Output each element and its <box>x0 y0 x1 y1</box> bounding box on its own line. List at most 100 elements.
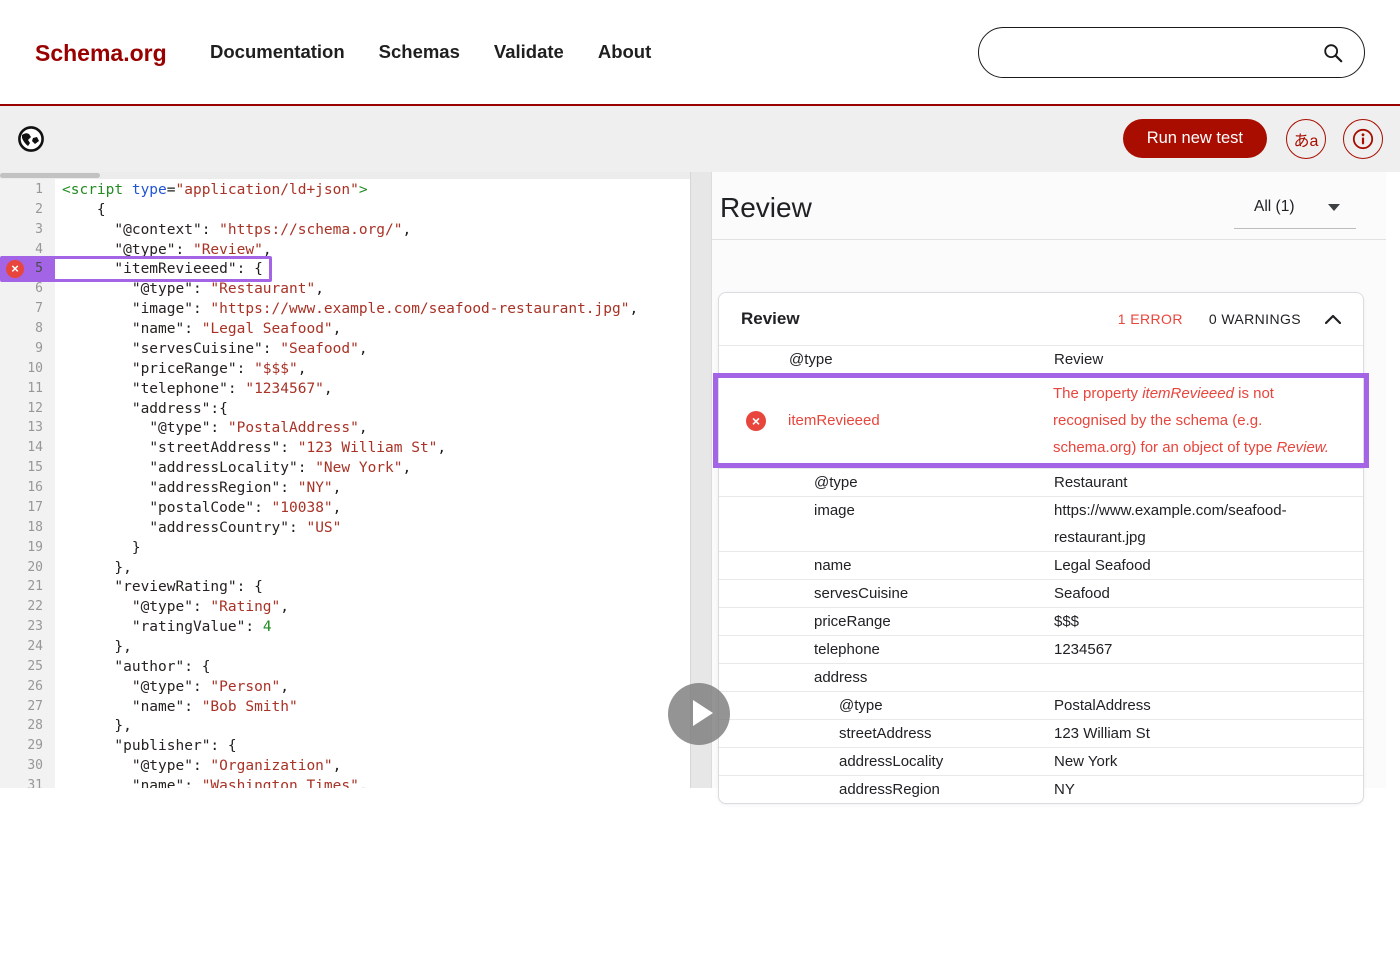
site-header: Schema.org Documentation Schemas Validate A… <box>0 0 1400 106</box>
code-text: "name": "Washington Times", <box>55 776 368 788</box>
code-text: "servesCuisine": "Seafood", <box>55 339 368 359</box>
code-text: }, <box>55 637 132 657</box>
line-number: 14 <box>0 438 55 458</box>
line-number: 15 <box>0 458 55 478</box>
results-scrollbar[interactable] <box>1386 172 1400 788</box>
code-text: { <box>55 200 106 220</box>
property-name: name <box>719 552 1054 579</box>
line-number: 12 <box>0 399 55 419</box>
property-row[interactable]: @typePostalAddress <box>719 691 1363 719</box>
property-row[interactable]: @typeReview <box>719 345 1363 373</box>
property-row[interactable]: addressRegionNY <box>719 775 1363 803</box>
code-line: 3 "@context": "https://schema.org/", <box>0 220 690 240</box>
chevron-down-icon <box>1328 204 1340 211</box>
code-line: 26 "@type": "Person", <box>0 677 690 697</box>
property-value: PostalAddress <box>1054 692 1363 719</box>
line-number: 1 <box>0 180 55 200</box>
chevron-up-icon[interactable] <box>1325 314 1341 324</box>
search-input[interactable] <box>1001 32 1301 72</box>
search-box[interactable] <box>978 27 1365 78</box>
property-row[interactable]: telephone1234567 <box>719 635 1363 663</box>
property-name: priceRange <box>719 608 1054 635</box>
line-number: 6 <box>0 279 55 299</box>
code-text: "name": "Legal Seafood", <box>55 319 341 339</box>
language-icon: あa <box>1294 127 1319 151</box>
line-number: 24 <box>0 637 55 657</box>
code-text: "priceRange": "$$$", <box>55 359 306 379</box>
property-value: Review <box>1054 346 1363 373</box>
line-number: 7 <box>0 299 55 319</box>
error-message: The property itemRevieeed is not recogni… <box>1053 380 1364 461</box>
filter-dropdown[interactable]: All (1) <box>1234 198 1356 229</box>
line-number: 18 <box>0 518 55 538</box>
property-row[interactable]: imagehttps://www.example.com/seafood-res… <box>719 496 1363 551</box>
line-number: 8 <box>0 319 55 339</box>
language-toggle-button[interactable]: あa <box>1286 119 1326 159</box>
schema-org-logo[interactable]: Schema.org <box>35 40 167 67</box>
property-name: image <box>719 497 1054 551</box>
code-line: 20 }, <box>0 558 690 578</box>
code-text: "author": { <box>55 657 210 677</box>
property-row[interactable]: addressLocalityNew York <box>719 747 1363 775</box>
line-number: 29 <box>0 736 55 756</box>
play-button[interactable] <box>668 683 730 745</box>
code-line: 21 "reviewRating": { <box>0 577 690 597</box>
code-line: 17 "postalCode": "10038", <box>0 498 690 518</box>
line-number: 20 <box>0 558 55 578</box>
code-line: 27 "name": "Bob Smith" <box>0 697 690 717</box>
code-text: "image": "https://www.example.com/seafoo… <box>55 299 638 319</box>
code-text: "@type": "Organization", <box>55 756 341 776</box>
line-number: 2 <box>0 200 55 220</box>
info-button[interactable] <box>1343 119 1383 159</box>
code-line: 7 "image": "https://www.example.com/seaf… <box>0 299 690 319</box>
editor-horizontal-scrollbar[interactable] <box>0 172 690 179</box>
property-row[interactable]: priceRange$$$ <box>719 607 1363 635</box>
property-value <box>1054 664 1363 691</box>
property-row[interactable]: streetAddress123 William St <box>719 719 1363 747</box>
property-row[interactable]: @typeRestaurant <box>719 468 1363 496</box>
code-line: 18 "addressCountry": "US" <box>0 518 690 538</box>
line-number: 25 <box>0 657 55 677</box>
editor-horizontal-scrollbar-thumb[interactable] <box>0 173 100 178</box>
line-number: 22 <box>0 597 55 617</box>
property-row[interactable]: address <box>719 663 1363 691</box>
property-name: addressLocality <box>719 748 1054 775</box>
property-table: @typeReview ×itemRevieeedThe property ite… <box>719 345 1363 803</box>
search-icon[interactable] <box>1322 42 1344 64</box>
line-number: 21 <box>0 577 55 597</box>
code-line-error: ×5 "itemRevieeed": { <box>0 256 272 282</box>
property-name: itemRevieeed <box>718 407 1053 434</box>
code-text: "postalCode": "10038", <box>55 498 341 518</box>
property-row[interactable]: servesCuisineSeafood <box>719 579 1363 607</box>
error-circle-icon: × <box>746 411 766 431</box>
code-text: "@type": "Rating", <box>55 597 289 617</box>
line-number: 28 <box>0 716 55 736</box>
code-line: 28 }, <box>0 716 690 736</box>
property-row-error[interactable]: ×itemRevieeedThe property itemRevieeed i… <box>713 373 1369 468</box>
code-text: }, <box>55 558 132 578</box>
nav-item-documentation[interactable]: Documentation <box>210 41 345 63</box>
code-text: "addressRegion": "NY", <box>55 478 341 498</box>
code-text: "name": "Bob Smith" <box>55 697 298 717</box>
code-line: 6 "@type": "Restaurant", <box>0 279 690 299</box>
code-text: "addressLocality": "New York", <box>55 458 411 478</box>
nav-item-about[interactable]: About <box>598 41 651 63</box>
property-row[interactable]: nameLegal Seafood <box>719 551 1363 579</box>
run-new-test-button[interactable]: Run new test <box>1123 119 1267 158</box>
nav-item-schemas[interactable]: Schemas <box>379 41 460 63</box>
globe-icon[interactable] <box>17 125 45 153</box>
property-name: servesCuisine <box>719 580 1054 607</box>
line-number: 13 <box>0 418 55 438</box>
code-line: 11 "telephone": "1234567", <box>0 379 690 399</box>
code-text: "address":{ <box>55 399 228 419</box>
result-card-header[interactable]: Review 1 ERROR 0 WARNINGS <box>719 293 1363 345</box>
code-line: 15 "addressLocality": "New York", <box>0 458 690 478</box>
code-editor[interactable]: 1<script type="application/ld+json">2 {3… <box>0 172 690 788</box>
code-line: 31 "name": "Washington Times", <box>0 776 690 788</box>
code-text: "ratingValue": 4 <box>55 617 272 637</box>
error-count-badge: 1 ERROR <box>1118 311 1183 327</box>
code-line: 8 "name": "Legal Seafood", <box>0 319 690 339</box>
nav-item-validate[interactable]: Validate <box>494 41 564 63</box>
property-value: 1234567 <box>1054 636 1363 663</box>
code-line: 2 { <box>0 200 690 220</box>
